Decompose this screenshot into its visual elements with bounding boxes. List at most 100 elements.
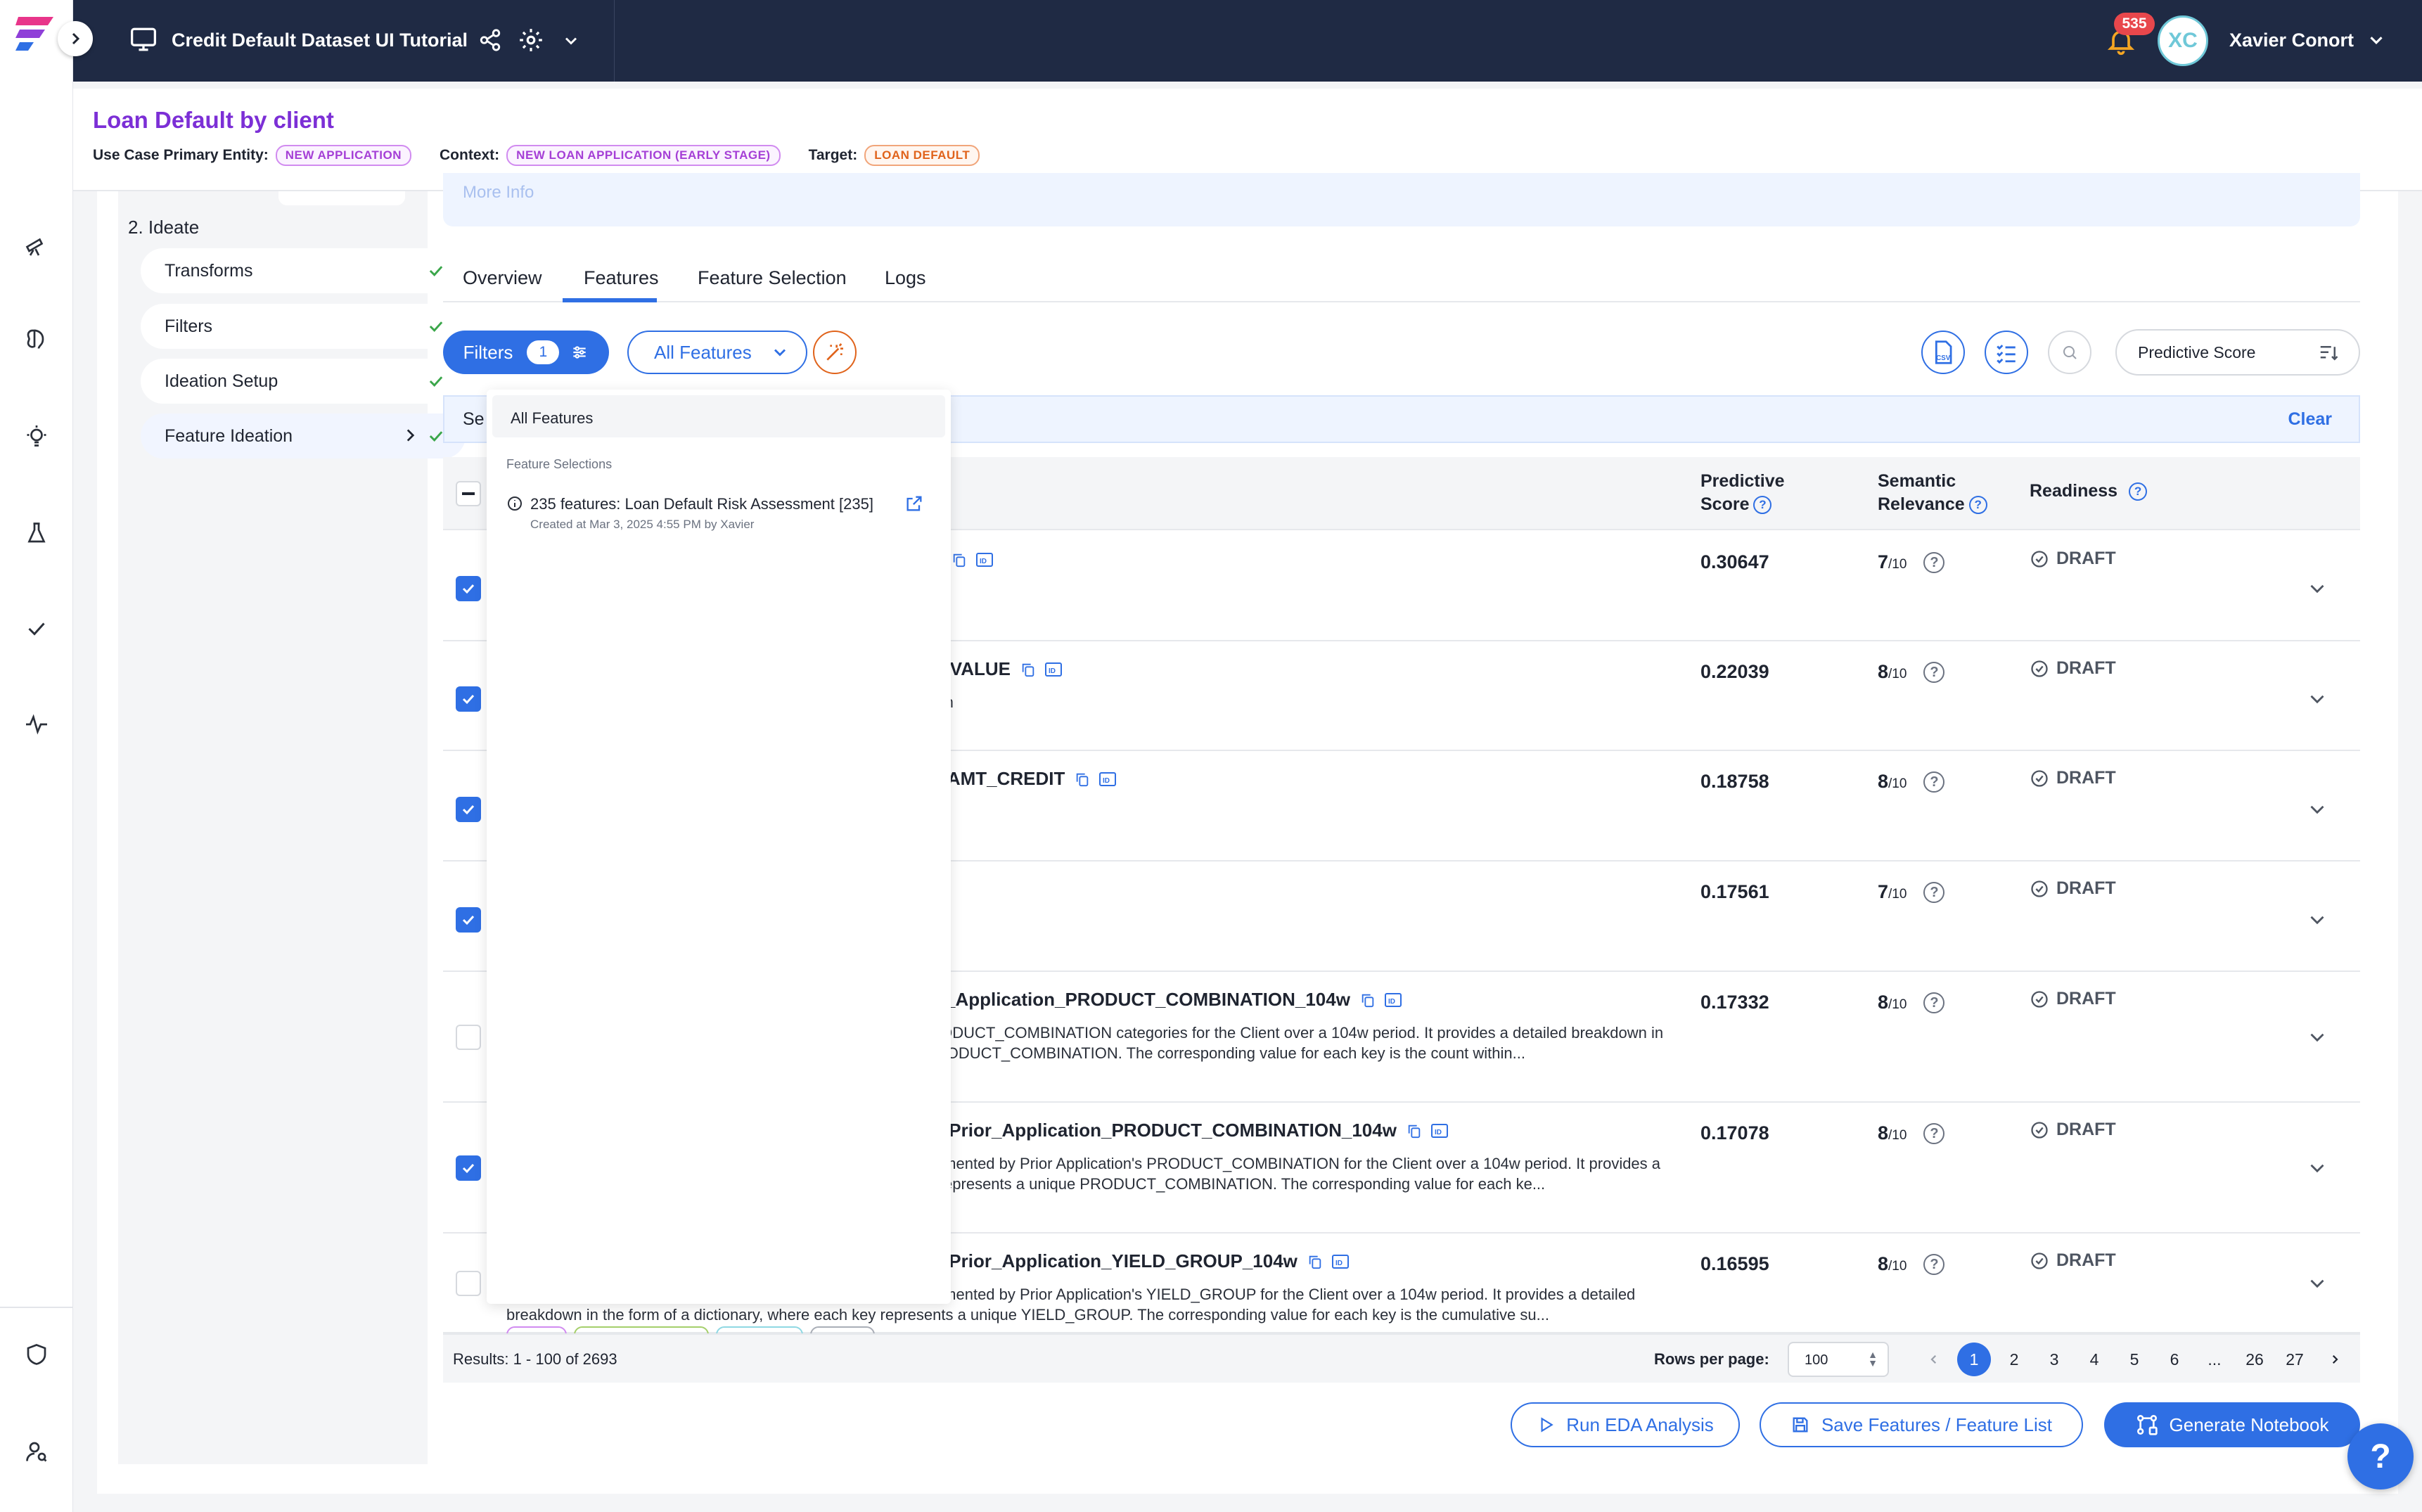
row-checkbox[interactable] [456,576,481,601]
id-icon[interactable]: ID [975,551,994,568]
copy-icon[interactable] [1075,771,1090,788]
expand-row-chevron-icon[interactable] [2305,908,2329,932]
copy-icon[interactable] [1020,661,1036,678]
help-icon[interactable]: ? [1923,661,1945,683]
save-features-button[interactable]: Save Features / Feature List [1760,1402,2083,1447]
rows-per-page-select[interactable]: 100 ▲ ▼ [1788,1342,1889,1377]
filters-button[interactable]: Filters 1 [443,331,609,374]
next-page-chevron-icon[interactable] [2318,1343,2352,1376]
gear-icon[interactable] [518,27,544,57]
page-button[interactable]: 6 [2158,1343,2191,1376]
prev-page-chevron-icon[interactable] [1917,1343,1951,1376]
page-button[interactable]: 26 [2238,1343,2272,1376]
feature-list-select[interactable]: All Features [627,331,807,374]
page-button[interactable]: 27 [2278,1343,2312,1376]
filters-count-badge: 1 [527,340,560,364]
flask-icon[interactable] [15,512,58,554]
page-button[interactable]: 2 [1997,1343,2031,1376]
share-icon[interactable] [478,28,502,56]
expand-row-chevron-icon[interactable] [2305,1025,2329,1049]
id-icon[interactable]: ID [1384,992,1402,1008]
download-csv-button[interactable]: CSV [1921,331,1965,374]
expand-row-chevron-icon[interactable] [2305,1271,2329,1295]
col-predictive-score[interactable]: Predictive Score? [1700,470,1785,516]
avatar[interactable]: XC [2158,15,2208,66]
help-icon[interactable]: ? [1923,992,1945,1013]
col-label: Predictive [1700,471,1785,491]
check-circle-icon [2031,660,2048,677]
row-checkbox[interactable] [456,797,481,822]
chevron-down-icon[interactable] [561,31,581,54]
readiness-label: DRAFT [2056,989,2116,1008]
dropdown-option-feature-selection[interactable]: 235 features: Loan Default Risk Assessme… [506,492,942,534]
row-checkbox[interactable] [456,686,481,712]
help-icon[interactable]: ? [1923,551,1945,573]
lightbulb-icon[interactable] [15,415,58,457]
activity-icon[interactable] [15,703,58,745]
more-info-link[interactable]: More Info [463,183,534,203]
use-case-title[interactable]: Loan Default by client [93,107,334,134]
checklist-button[interactable] [1985,331,2028,374]
expand-row-chevron-icon[interactable] [2305,1156,2329,1180]
expand-row-chevron-icon[interactable] [2305,797,2329,821]
tab-overview[interactable]: Overview [463,267,542,289]
tab-logs[interactable]: Logs [885,267,926,289]
pagination-ellipsis[interactable]: ... [2198,1343,2231,1376]
col-readiness[interactable]: Readiness? [2030,481,2148,501]
brain-icon[interactable] [15,318,58,360]
col-label: Score [1700,494,1750,514]
clear-selection-link[interactable]: Clear [2288,409,2332,430]
copy-icon[interactable] [952,551,967,568]
help-icon[interactable]: ? [1923,1122,1945,1144]
step-filters[interactable]: Filters [141,304,466,349]
help-icon[interactable]: ? [1923,1253,1945,1275]
expand-row-chevron-icon[interactable] [2305,687,2329,711]
sort-select[interactable]: Predictive Score [2115,329,2360,376]
help-button[interactable]: ? [2347,1423,2414,1489]
id-icon[interactable]: ID [1098,771,1117,788]
help-icon[interactable]: ? [1753,495,1772,514]
search-button[interactable] [2048,331,2091,374]
run-eda-button[interactable]: Run EDA Analysis [1511,1402,1740,1447]
row-checkbox[interactable] [456,1271,481,1296]
copy-icon[interactable] [1307,1253,1323,1270]
help-icon[interactable]: ? [1923,881,1945,903]
user-name[interactable]: Xavier Conort [2229,30,2354,51]
select-all-checkbox[interactable] [456,481,481,506]
checkmark-icon[interactable] [15,608,58,650]
copy-icon[interactable] [1360,992,1376,1008]
id-icon[interactable]: ID [1430,1122,1449,1139]
id-icon[interactable]: ID [1044,661,1063,678]
page-button[interactable]: 5 [2117,1343,2151,1376]
help-icon[interactable]: ? [1968,495,1987,514]
shield-icon[interactable] [15,1333,58,1376]
dropdown-option-all-features[interactable]: All Features [492,395,945,437]
step-transforms[interactable]: Transforms [141,248,466,293]
workflow-icon [2136,1415,2158,1435]
generate-notebook-button[interactable]: Generate Notebook [2104,1402,2360,1447]
row-checkbox[interactable] [456,1025,481,1050]
page-button[interactable]: 3 [2037,1343,2071,1376]
tab-features[interactable]: Features [584,267,659,289]
project-title[interactable]: Credit Default Dataset UI Tutorial [172,30,468,51]
page-button[interactable]: 4 [2077,1343,2111,1376]
tab-feature-selection[interactable]: Feature Selection [698,267,847,289]
external-link-icon[interactable] [904,494,924,513]
col-semantic-relevance[interactable]: Semantic Relevance? [1878,470,1987,516]
help-icon[interactable]: ? [1923,771,1945,793]
app-logo[interactable] [13,14,59,53]
help-icon[interactable]: ? [2129,482,2148,501]
user-search-icon[interactable] [15,1430,58,1473]
row-checkbox[interactable] [456,907,481,933]
save-features-label: Save Features / Feature List [1821,1414,2053,1435]
id-icon[interactable]: ID [1331,1253,1350,1270]
page-button[interactable]: 1 [1957,1343,1991,1376]
telescope-icon[interactable] [15,224,58,266]
user-menu-chevron-icon[interactable] [2366,30,2387,54]
row-checkbox[interactable] [456,1155,481,1181]
step-ideation-setup[interactable]: Ideation Setup [141,359,466,404]
magic-wand-button[interactable] [813,331,857,374]
expand-sidebar-button[interactable] [58,21,93,56]
expand-row-chevron-icon[interactable] [2305,577,2329,601]
copy-icon[interactable] [1407,1122,1422,1139]
